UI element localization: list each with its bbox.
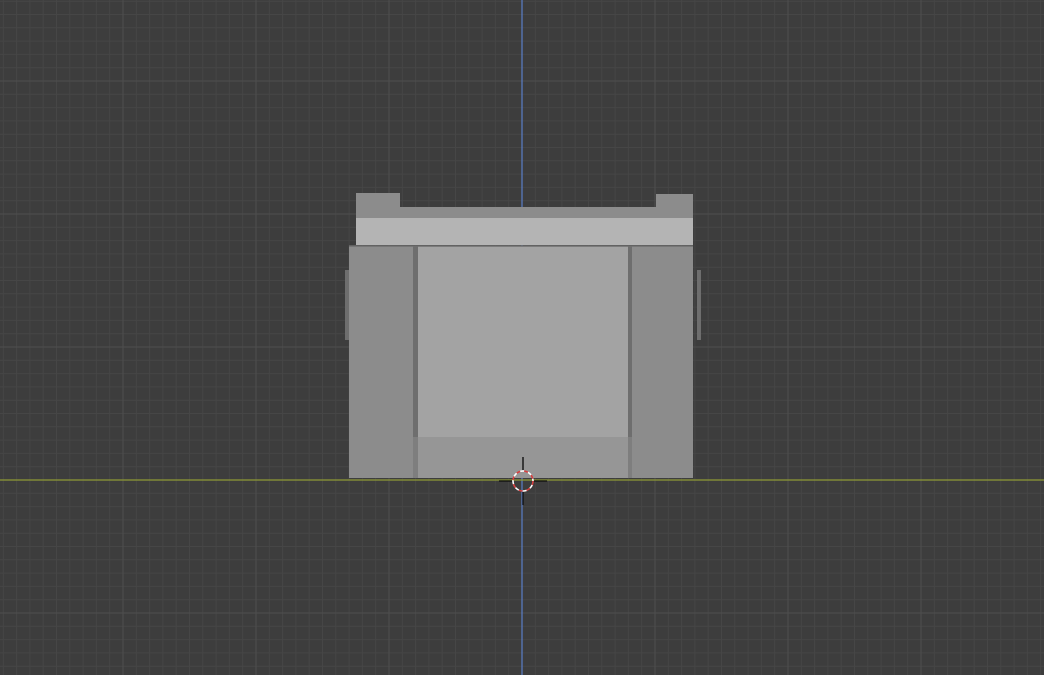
3d-viewport[interactable] <box>0 0 1044 675</box>
3d-cursor-icon[interactable] <box>0 0 1044 675</box>
